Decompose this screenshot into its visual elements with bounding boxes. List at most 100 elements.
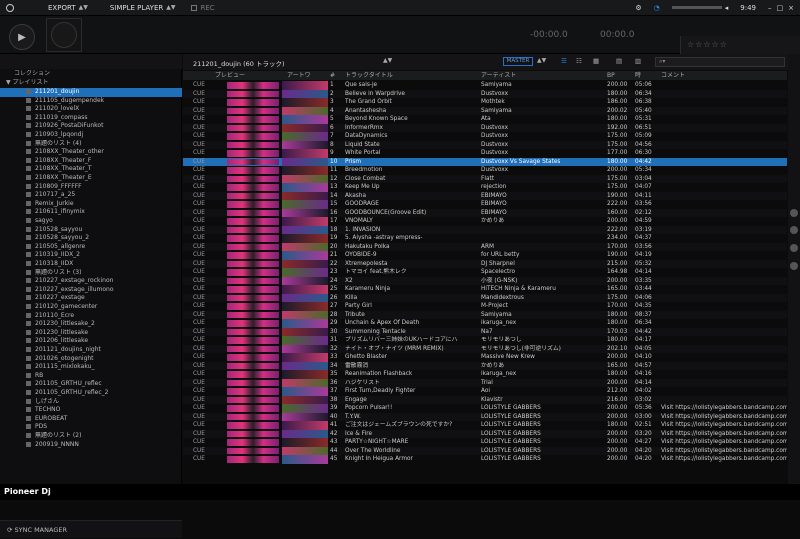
sidebar-item-playlist[interactable]: 2108XX_Theater_F (0, 157, 182, 166)
sidebar-item-playlist[interactable]: 210926_PostaDiFunkot (0, 122, 182, 131)
sidebar-item-playlist[interactable]: 201105_GRTHU_reflec (0, 380, 182, 389)
waveform-preview[interactable] (227, 192, 279, 199)
sidebar-item-playlist[interactable]: 210227_exstage_rockinon (0, 277, 182, 286)
sidebar-item-playlist[interactable]: 無題のリスト (2) (0, 432, 182, 441)
artwork-view-icon[interactable]: ▦ (593, 57, 599, 65)
table-row[interactable]: CUE 20 Hakutaku Polka ARM 170.00 03:56 (183, 242, 787, 251)
waveform-preview[interactable] (227, 158, 279, 165)
sidebar-item-playlist[interactable]: 211105_dugempendek (0, 97, 182, 106)
waveform-preview[interactable] (227, 379, 279, 386)
sidebar-item-playlist[interactable]: 201115_mixlokaku_ (0, 363, 182, 372)
waveform-preview[interactable] (227, 116, 279, 123)
related-icon[interactable] (790, 226, 798, 234)
waveform-preview[interactable] (227, 286, 279, 293)
table-row[interactable]: CUE 15 GOODRAGE EBIMAYO 222.00 03:56 (183, 200, 787, 209)
col-num[interactable]: # (330, 71, 335, 80)
close-icon[interactable]: × (788, 4, 794, 12)
table-row[interactable]: CUE 37 First Turn,Deadly Fighter Aoi 212.00 0… (183, 387, 787, 396)
sidebar-item-playlist[interactable]: 210318_IIDX (0, 260, 182, 269)
sidebar-item-playlist[interactable]: 2108XX_Theater_T (0, 165, 182, 174)
table-row[interactable]: CUE 25 Karameru Ninja HiTECH Ninja & Karame… (183, 285, 787, 294)
sidebar-item-playlist[interactable]: 210809_FFFFFF (0, 183, 182, 192)
table-row[interactable]: CUE 14 Akasha EBIMAYO 190.00 04:11 (183, 191, 787, 200)
sidebar-item-playlist[interactable]: 無題のリスト (4) (0, 140, 182, 149)
sidebar-item-playlist[interactable]: 201105_GRTHU_reflec_2 (0, 389, 182, 398)
waveform-preview[interactable] (227, 320, 279, 327)
table-row[interactable]: CUE 1 Que sais-je Samiyama 200.00 05:06 (183, 81, 787, 90)
window-controls[interactable]: – □ × (762, 0, 800, 16)
sidebar-item-playlist[interactable]: 210227_exstage (0, 294, 182, 303)
column-view-icon[interactable]: ▥ (635, 57, 641, 65)
minimize-icon[interactable]: – (768, 4, 772, 12)
list-view-icon[interactable]: ☰ (561, 57, 567, 65)
table-row[interactable]: CUE 34 雷散霧消 かめりあ 165.00 04:57 (183, 361, 787, 370)
waveform-preview[interactable] (227, 447, 279, 454)
col-artist[interactable]: アーティスト (481, 71, 516, 80)
table-row[interactable]: CUE 22 Xtremepolesta DJ Sharpnel 215.00 05:32 (183, 259, 787, 268)
volume-slider[interactable] (671, 6, 722, 9)
sidebar-item-playlist[interactable]: 210903_lpqondj (0, 131, 182, 140)
table-row[interactable]: CUE 42 Ice & Fire LOLISTYLE GABBERS 200.00 03… (183, 429, 787, 438)
table-row[interactable]: CUE 32 ナイト・オブ・ナイツ (MRM REMIX) モリモリあつし(非可逆リズ… (183, 344, 787, 353)
sidebar-item-playlist[interactable]: 2108XX_Theater_other (0, 148, 182, 157)
sidebar-item-playlist[interactable]: 210528_sayyou_2 (0, 234, 182, 243)
table-row[interactable]: CUE 21 OYOBIDE-9 for URL betty 190.00 04:19 (183, 251, 787, 260)
sidebar-item-playlist[interactable]: 201026_otogenight (0, 355, 182, 364)
sidebar-item-playlist[interactable]: 201230_littlesake (0, 329, 182, 338)
sidebar-item-playlist[interactable]: 210227_exstage_illumono (0, 286, 182, 295)
col-time[interactable]: 時 (635, 71, 641, 80)
waveform-preview[interactable] (227, 311, 279, 318)
table-row[interactable]: CUE 10 Prism Dustvoxx Vs Savage States 180.0… (183, 157, 787, 166)
table-row[interactable]: CUE 12 Close Combat Flatt 175.00 03:04 (183, 174, 787, 183)
waveform-preview[interactable] (227, 218, 279, 225)
table-row[interactable]: CUE 31 プリズムリバー三姉妹のUKハードコアにハ モリモリあつし 180.00 04… (183, 336, 787, 345)
waveform-preview[interactable] (227, 209, 279, 216)
sidebar-item-playlist[interactable]: 211020_lovelX (0, 105, 182, 114)
waveform-preview[interactable] (227, 141, 279, 148)
waveform-preview[interactable] (227, 184, 279, 191)
sidebar-item-playlist[interactable]: 200919_NNNN (0, 441, 182, 450)
sidebar-item-playlist[interactable]: Remix_Jurkie (0, 200, 182, 209)
sidebar-playlists-header[interactable]: ▼ プレイリスト (0, 79, 182, 88)
sidebar-item-playlist[interactable]: RB (0, 372, 182, 381)
table-row[interactable]: CUE 44 Over The Worldline LOLISTYLE GABBERS… (183, 446, 787, 455)
sidebar-item-playlist[interactable]: 210505_allgenre (0, 243, 182, 252)
sidebar-item-playlist[interactable]: 210110_Ecre (0, 312, 182, 321)
table-row[interactable]: CUE 5 Beyond Known Space Ata 180.00 05:31 (183, 115, 787, 124)
waveform-preview[interactable] (227, 371, 279, 378)
table-row[interactable]: CUE 33 Ghetto Blaster Massive New Krew 200.0… (183, 353, 787, 362)
maximize-icon[interactable]: □ (777, 4, 784, 12)
logo-menu[interactable] (0, 0, 20, 16)
table-row[interactable]: CUE 36 ハジケリスト Trial 200.00 04:14 (183, 378, 787, 387)
waveform-preview[interactable] (227, 107, 279, 114)
waveform-preview[interactable] (227, 430, 279, 437)
table-row[interactable]: CUE 13 Keep Me Up rejection 175.00 04:07 (183, 183, 787, 192)
sidebar-item-playlist[interactable]: TECHNO (0, 406, 182, 415)
sidebar-item-playlist[interactable]: 211201_doujin (0, 88, 182, 97)
waveform-preview[interactable] (227, 252, 279, 259)
waveform-preview[interactable] (227, 175, 279, 182)
waveform-preview[interactable] (227, 150, 279, 157)
table-row[interactable]: CUE 17 VNOMALY かめりあ 200.00 04:59 (183, 217, 787, 226)
sidebar-item-playlist[interactable]: 211019_compass (0, 114, 182, 123)
waveform-preview[interactable] (227, 413, 279, 420)
table-row[interactable]: CUE 43 PARTY☆NIGHT☆MARE LOLISTYLE GABBERS 20… (183, 438, 787, 447)
table-row[interactable]: CUE 19 5. Alysha -astray empress- 234.00 04:… (183, 234, 787, 243)
col-comment[interactable]: コメント (661, 71, 685, 80)
waveform-preview[interactable] (227, 294, 279, 301)
rec-toggle[interactable]: REC (185, 0, 220, 16)
waveform-preview[interactable] (227, 201, 279, 208)
sidebar-item-playlist[interactable]: しげさん (0, 398, 182, 407)
waveform-preview[interactable] (227, 133, 279, 140)
chevron-updown-icon[interactable]: ▲▼ (383, 57, 392, 64)
sidebar-item-playlist[interactable]: 210611_ifinymix (0, 208, 182, 217)
table-row[interactable]: CUE 26 Killa Mandidextrous 175.00 04:06 (183, 293, 787, 302)
table-row[interactable]: CUE 4 Anantashesha Samiyama 200.02 05:40 (183, 106, 787, 115)
table-row[interactable]: CUE 35 Reanimation Flashback ikaruga_nex 180… (183, 370, 787, 379)
chevron-updown-icon[interactable]: ▲▼ (537, 57, 546, 64)
info-icon[interactable] (790, 244, 798, 252)
table-row[interactable]: CUE 16 GOODBOUNCE(Groove Edit) EBIMAYO 160.0… (183, 208, 787, 217)
export-mode-selector[interactable]: EXPORT ▲▼ (42, 0, 94, 16)
waveform-preview[interactable] (227, 422, 279, 429)
table-row[interactable]: CUE 8 Liquid State Dustvoxx 175.00 04:56 (183, 140, 787, 149)
